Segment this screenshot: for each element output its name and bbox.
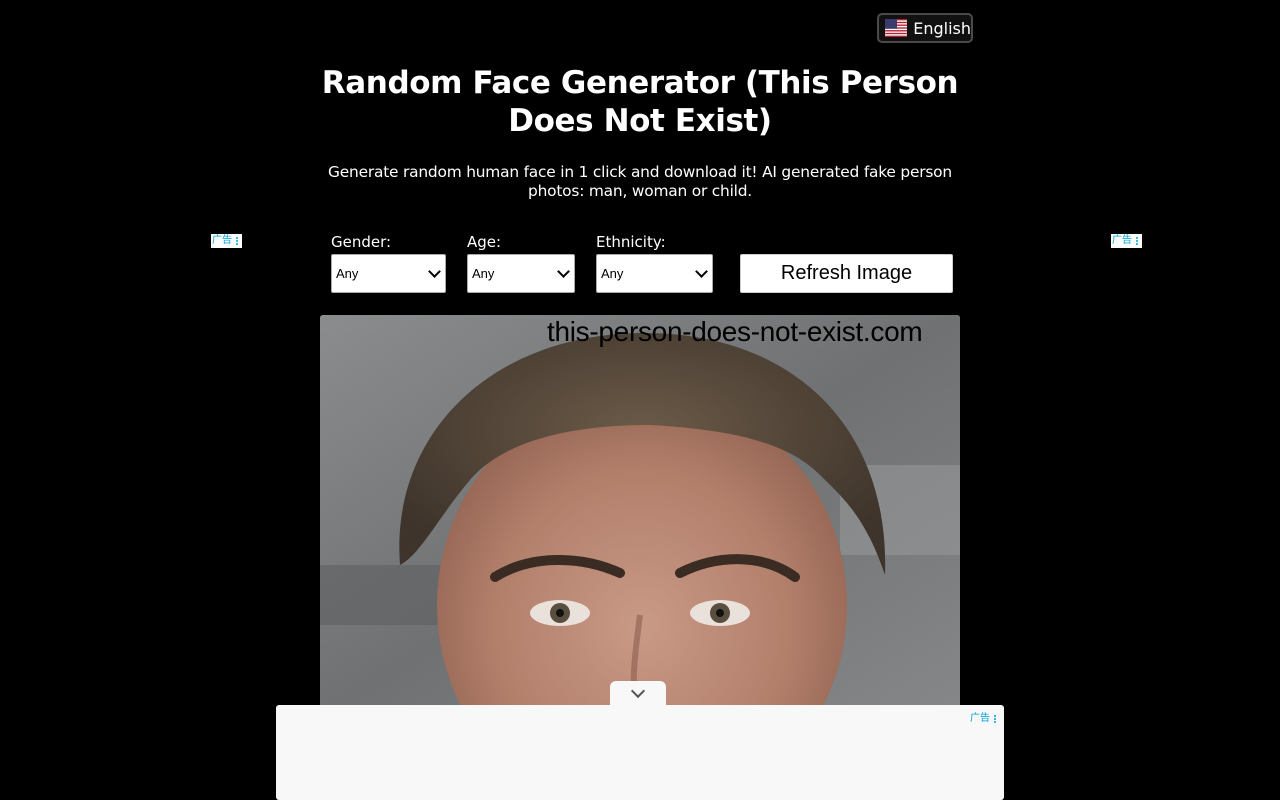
- more-options-icon: [1133, 237, 1141, 245]
- ad-marker-left[interactable]: 广告: [211, 234, 242, 248]
- gender-select-value: Any: [336, 266, 359, 281]
- chevron-down-icon: [630, 683, 646, 699]
- bottom-ad-banner[interactable]: 广告: [276, 705, 1004, 800]
- ad-collapse-button[interactable]: [610, 681, 666, 707]
- ad-label: 广告: [212, 235, 232, 246]
- age-select[interactable]: Any: [467, 254, 575, 293]
- page-title: Random Face Generator (This Person Does …: [321, 65, 959, 139]
- generated-face-image[interactable]: [320, 315, 960, 715]
- language-button[interactable]: English: [877, 13, 973, 43]
- gender-select[interactable]: Any: [331, 254, 446, 293]
- language-label: English: [913, 18, 971, 38]
- gender-label: Gender:: [331, 233, 392, 251]
- ethnicity-select[interactable]: Any: [596, 254, 713, 293]
- refresh-image-button[interactable]: Refresh Image: [740, 254, 953, 293]
- more-options-icon: [233, 237, 241, 245]
- ad-label: 广告: [1112, 235, 1132, 246]
- image-watermark: this-person-does-not-exist.com: [547, 316, 923, 347]
- age-label: Age:: [467, 233, 502, 251]
- ad-label: 广告: [970, 713, 990, 724]
- ad-marker-right[interactable]: 广告: [1111, 234, 1142, 248]
- age-select-value: Any: [472, 266, 495, 281]
- chevron-down-icon: [428, 265, 441, 278]
- more-options-icon: [991, 715, 999, 723]
- ad-marker-bottom[interactable]: 广告: [969, 712, 1000, 726]
- ethnicity-select-value: Any: [601, 266, 624, 281]
- us-flag-icon: [885, 19, 908, 37]
- chevron-down-icon: [557, 265, 570, 278]
- page: English Random Face Generator (This Pers…: [0, 0, 1280, 800]
- chevron-down-icon: [695, 265, 708, 278]
- ethnicity-label: Ethnicity:: [596, 233, 666, 251]
- page-subtitle: Generate random human face in 1 click an…: [328, 163, 952, 200]
